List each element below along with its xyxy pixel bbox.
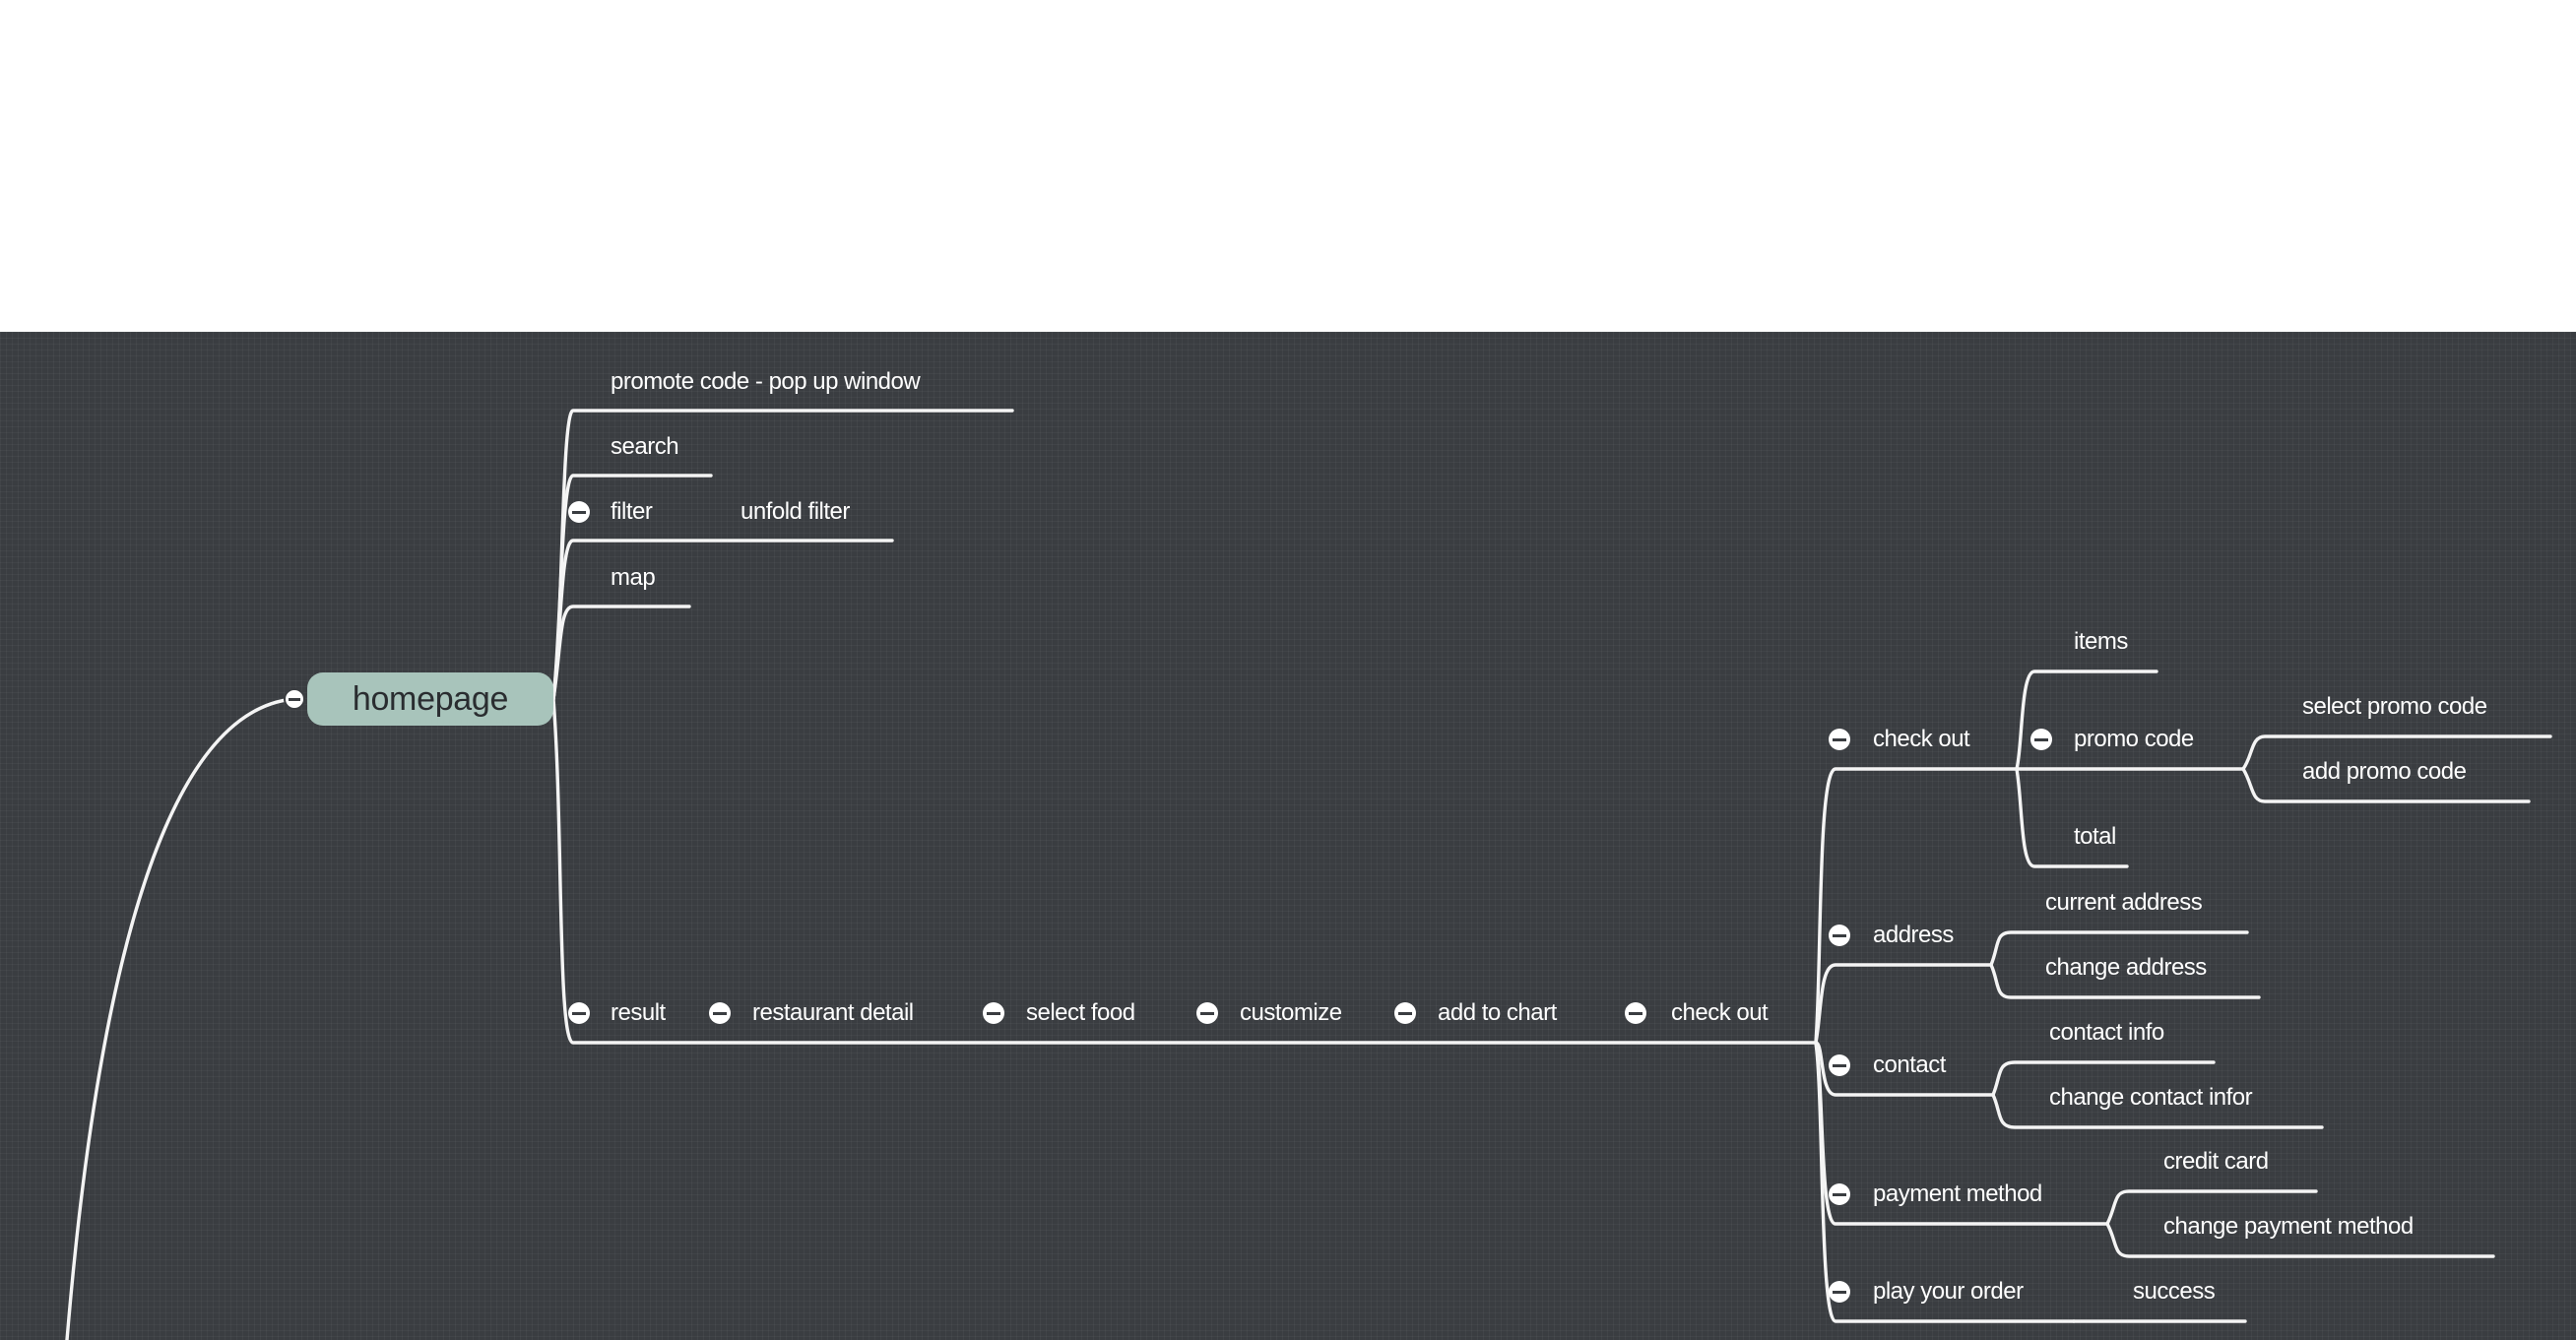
address-collapse-icon[interactable]	[1829, 925, 1850, 946]
connector-items	[2015, 670, 2158, 771]
node-add-to-chart[interactable]: add to chart	[1438, 999, 1557, 1027]
node-current-address[interactable]: current address	[2045, 889, 2203, 917]
node-promo-code[interactable]: promo code	[2074, 726, 2194, 753]
node-change-address[interactable]: change address	[2045, 954, 2207, 982]
play-your-order-collapse-icon[interactable]	[1829, 1281, 1850, 1303]
contact-collapse-icon[interactable]	[1829, 1054, 1850, 1076]
node-address[interactable]: address	[1873, 922, 1954, 949]
node-select-promo-code[interactable]: select promo code	[2302, 693, 2487, 721]
node-success[interactable]: success	[2133, 1278, 2216, 1306]
promo-code-collapse-icon[interactable]	[2030, 729, 2052, 750]
node-check-out[interactable]: check out	[1873, 726, 1970, 753]
node-change-payment-method[interactable]: change payment method	[2163, 1213, 2414, 1241]
customize-collapse-icon[interactable]	[1196, 1002, 1218, 1024]
connector-result	[551, 697, 1818, 1045]
restaurant-detail-collapse-icon[interactable]	[709, 1002, 731, 1024]
node-total[interactable]: total	[2074, 823, 2116, 851]
connector-address	[1814, 963, 1993, 1045]
connector-filter	[551, 539, 894, 701]
check-out-flow-collapse-icon[interactable]	[1625, 1002, 1646, 1024]
add-to-chart-collapse-icon[interactable]	[1394, 1002, 1416, 1024]
node-items[interactable]: items	[2074, 628, 2128, 656]
root-incoming-curve	[65, 697, 295, 1340]
node-change-contact-infor[interactable]: change contact infor	[2049, 1084, 2253, 1112]
node-map[interactable]: map	[611, 564, 656, 592]
payment-method-collapse-icon[interactable]	[1829, 1183, 1850, 1205]
node-promote-code[interactable]: promote code - pop up window	[611, 368, 921, 396]
node-play-your-order[interactable]: play your order	[1873, 1278, 2024, 1306]
node-contact-info[interactable]: contact info	[2049, 1019, 2164, 1047]
check-out-collapse-icon[interactable]	[1829, 729, 1850, 750]
node-add-promo-code[interactable]: add promo code	[2302, 758, 2467, 786]
node-filter[interactable]: filter	[611, 498, 653, 526]
connector-lines	[65, 409, 2552, 1340]
node-contact[interactable]: contact	[1873, 1052, 1946, 1079]
result-collapse-icon[interactable]	[568, 1002, 590, 1024]
node-result[interactable]: result	[611, 999, 666, 1027]
select-food-collapse-icon[interactable]	[983, 1002, 1004, 1024]
filter-collapse-icon[interactable]	[568, 501, 590, 523]
node-restaurant-detail[interactable]: restaurant detail	[752, 999, 914, 1027]
node-credit-card[interactable]: credit card	[2163, 1148, 2269, 1176]
connector-checkout	[1814, 767, 2019, 1045]
root-node-homepage[interactable]: homepage	[307, 672, 553, 726]
connector-map	[551, 605, 691, 701]
node-search[interactable]: search	[611, 433, 679, 461]
connector-total	[2015, 767, 2129, 868]
node-check-out-flow[interactable]: check out	[1671, 999, 1769, 1027]
node-customize[interactable]: customize	[1240, 999, 1342, 1027]
node-select-food[interactable]: select food	[1026, 999, 1135, 1027]
node-payment-method[interactable]: payment method	[1873, 1180, 2042, 1208]
root-collapse-icon[interactable]	[284, 688, 305, 710]
mindmap-canvas: homepage promote code - pop up window se…	[0, 332, 2576, 1340]
node-unfold-filter[interactable]: unfold filter	[741, 498, 850, 526]
